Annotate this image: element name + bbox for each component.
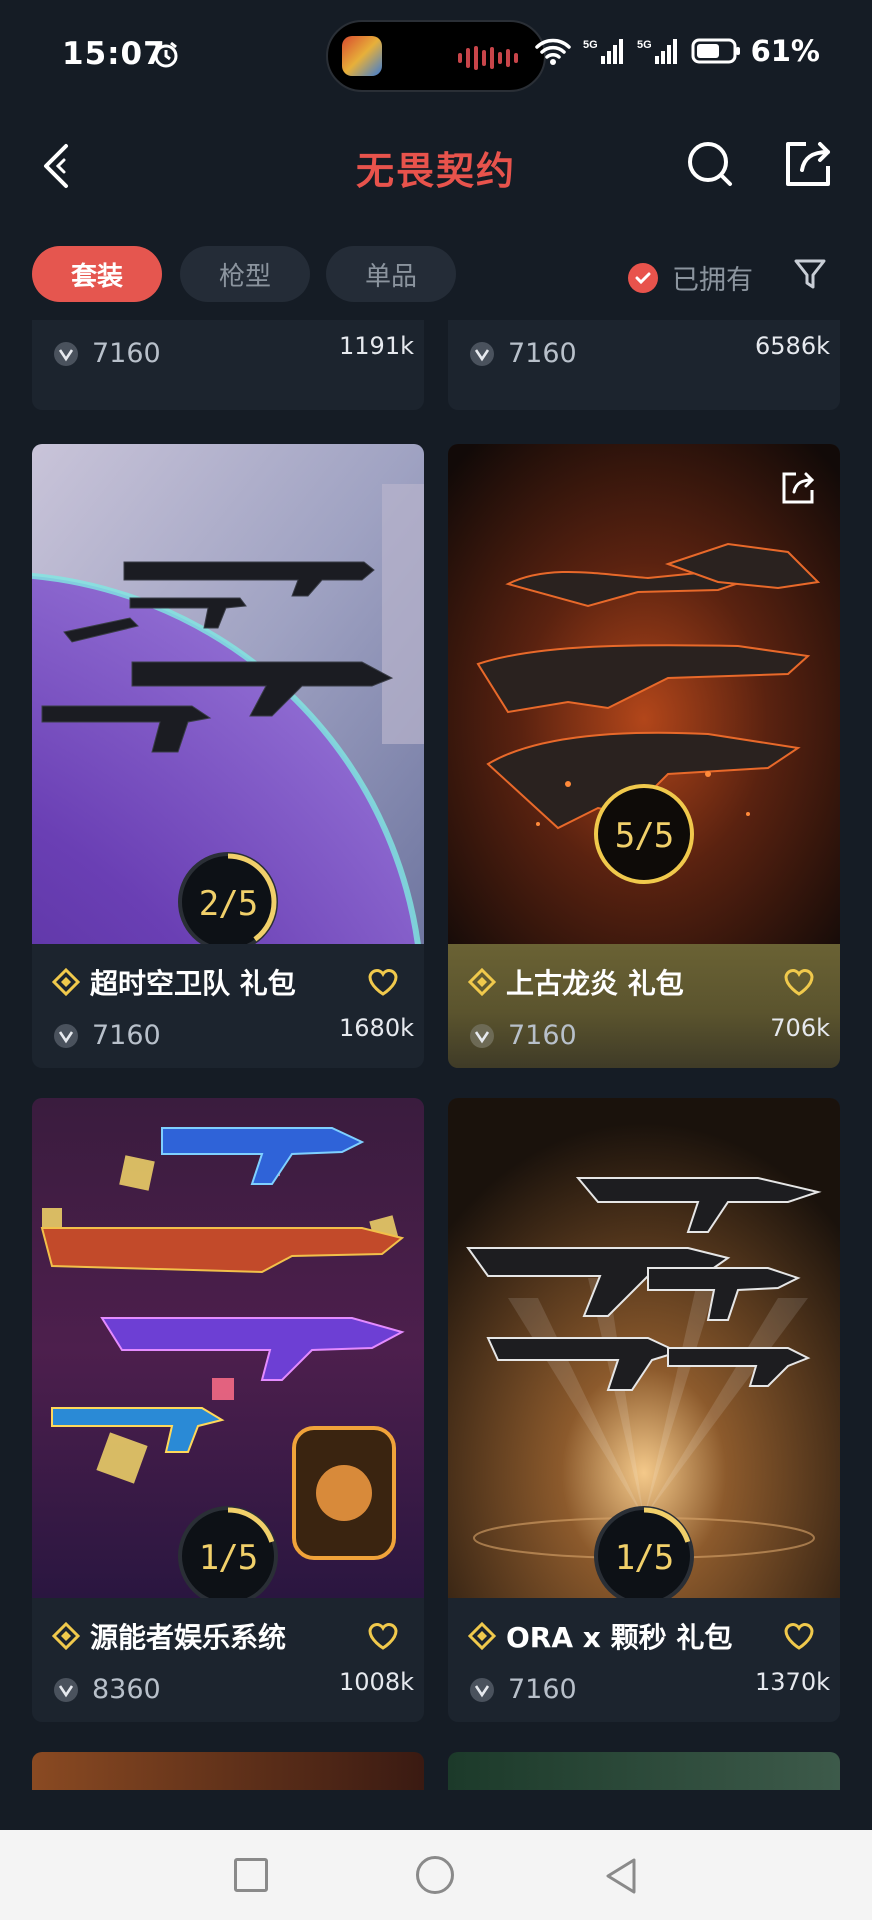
status-icons: 5G 5G 61% [533,34,820,68]
search-icon [688,142,732,186]
signal-icon: 5G [637,39,677,64]
favorite-heart-icon[interactable] [366,966,400,998]
back-nav-button[interactable] [602,1856,642,1896]
category-tabs: 套装 枪型 单品 已拥有 [0,246,872,308]
progress-text: 1/5 [198,1538,258,1578]
bundle-price: 7160 [92,338,161,369]
status-bar: 15:07 5G 5G 61% [0,0,872,110]
tier-diamond-icon [468,1622,496,1650]
bundle-name: 源能者娱乐系统 [90,1621,287,1654]
vp-coin-icon [54,1023,78,1048]
bundle-count: 1370k [755,1668,830,1696]
bundle-image: 1/5 [448,1098,840,1598]
check-icon [628,262,658,293]
search-button[interactable] [682,136,738,192]
tier-diamond-icon [52,1622,80,1650]
wifi-icon [534,38,571,65]
tab-single-item[interactable]: 单品 [326,246,456,302]
favorite-heart-icon[interactable] [782,1620,816,1652]
svg-text:5G: 5G [583,39,598,51]
page-title: 无畏契约 [355,148,516,193]
bundle-grid: 7160 1191k 7160 6586k 2/5 超时空卫队 礼包 7160 … [0,320,872,1790]
bundle-count: 1191k [339,332,414,360]
bundle-card[interactable] [32,1752,424,1790]
triangle-back-icon [606,1858,636,1894]
tab-weapon-type[interactable]: 枪型 [180,246,310,302]
recent-apps-button[interactable] [234,1858,268,1892]
vp-coin-icon [54,1677,78,1702]
bundle-card[interactable]: 5/5 上古龙炎 礼包 7160 706k [448,444,840,1068]
system-nav-bar [0,1830,872,1920]
home-button[interactable] [416,1856,454,1894]
audio-wave-icon [458,46,518,70]
app-icon [342,36,382,76]
bundle-card[interactable]: 1/5 源能者娱乐系统 8360 1008k [32,1098,424,1722]
bundle-image: 2/5 [32,444,424,944]
progress-text: 2/5 [198,884,258,924]
bundle-card[interactable]: 1/5 ORA x 颗秒 礼包 7160 1370k [448,1098,840,1722]
battery-level: 61% [750,34,820,68]
filter-icon [794,259,826,289]
bundle-name: ORA x 颗秒 礼包 [506,1621,733,1654]
bundle-count: 1008k [339,1668,414,1696]
app-header: 无畏契约 [0,110,872,220]
bundle-image: 5/5 [448,444,840,944]
vp-coin-icon [470,341,494,366]
bundle-price: 7160 [508,338,577,369]
vp-coin-icon [54,341,78,366]
share-icon [786,142,830,186]
bundle-name: 超时空卫队 礼包 [90,967,296,1000]
share-button[interactable] [780,136,836,192]
svg-text:5G: 5G [637,39,652,51]
bundle-price: 8360 [92,1674,161,1705]
vp-coin-icon [470,1677,494,1702]
progress-badge: 1/5 [594,1506,694,1598]
progress-badge: 5/5 [594,784,694,884]
filter-button[interactable] [792,256,828,292]
bundle-card[interactable]: 2/5 超时空卫队 礼包 7160 1680k [32,444,424,1068]
alarm-icon [152,41,180,73]
bundle-card[interactable]: 7160 1191k [32,320,424,410]
battery-icon [691,38,740,64]
progress-text: 5/5 [614,816,674,856]
bundle-price: 7160 [508,1020,577,1051]
tab-bundles[interactable]: 套装 [32,246,162,302]
bundle-count: 1680k [339,1014,414,1042]
bundle-price: 7160 [92,1020,161,1051]
signal-icon: 5G [583,39,623,64]
bundle-price: 7160 [508,1674,577,1705]
clock: 15:07 [62,36,166,72]
tier-diamond-icon [468,968,496,996]
progress-text: 1/5 [614,1538,674,1578]
favorite-heart-icon[interactable] [366,1620,400,1652]
vp-coin-icon [470,1023,494,1048]
bundle-image: 1/5 [32,1098,424,1598]
bundle-card[interactable] [448,1752,840,1790]
bundle-count: 6586k [755,332,830,360]
favorite-heart-icon[interactable] [782,966,816,998]
dynamic-island[interactable] [326,20,546,92]
bundle-name: 上古龙炎 礼包 [506,967,684,1000]
progress-badge: 1/5 [178,1506,278,1598]
tier-diamond-icon [52,968,80,996]
progress-badge: 2/5 [178,852,278,944]
owned-label: 已拥有 [672,265,753,296]
owned-toggle[interactable]: 已拥有 [628,258,753,297]
bundle-card[interactable]: 7160 6586k [448,320,840,410]
share-icon[interactable] [778,468,818,508]
bundle-count: 706k [770,1014,830,1042]
